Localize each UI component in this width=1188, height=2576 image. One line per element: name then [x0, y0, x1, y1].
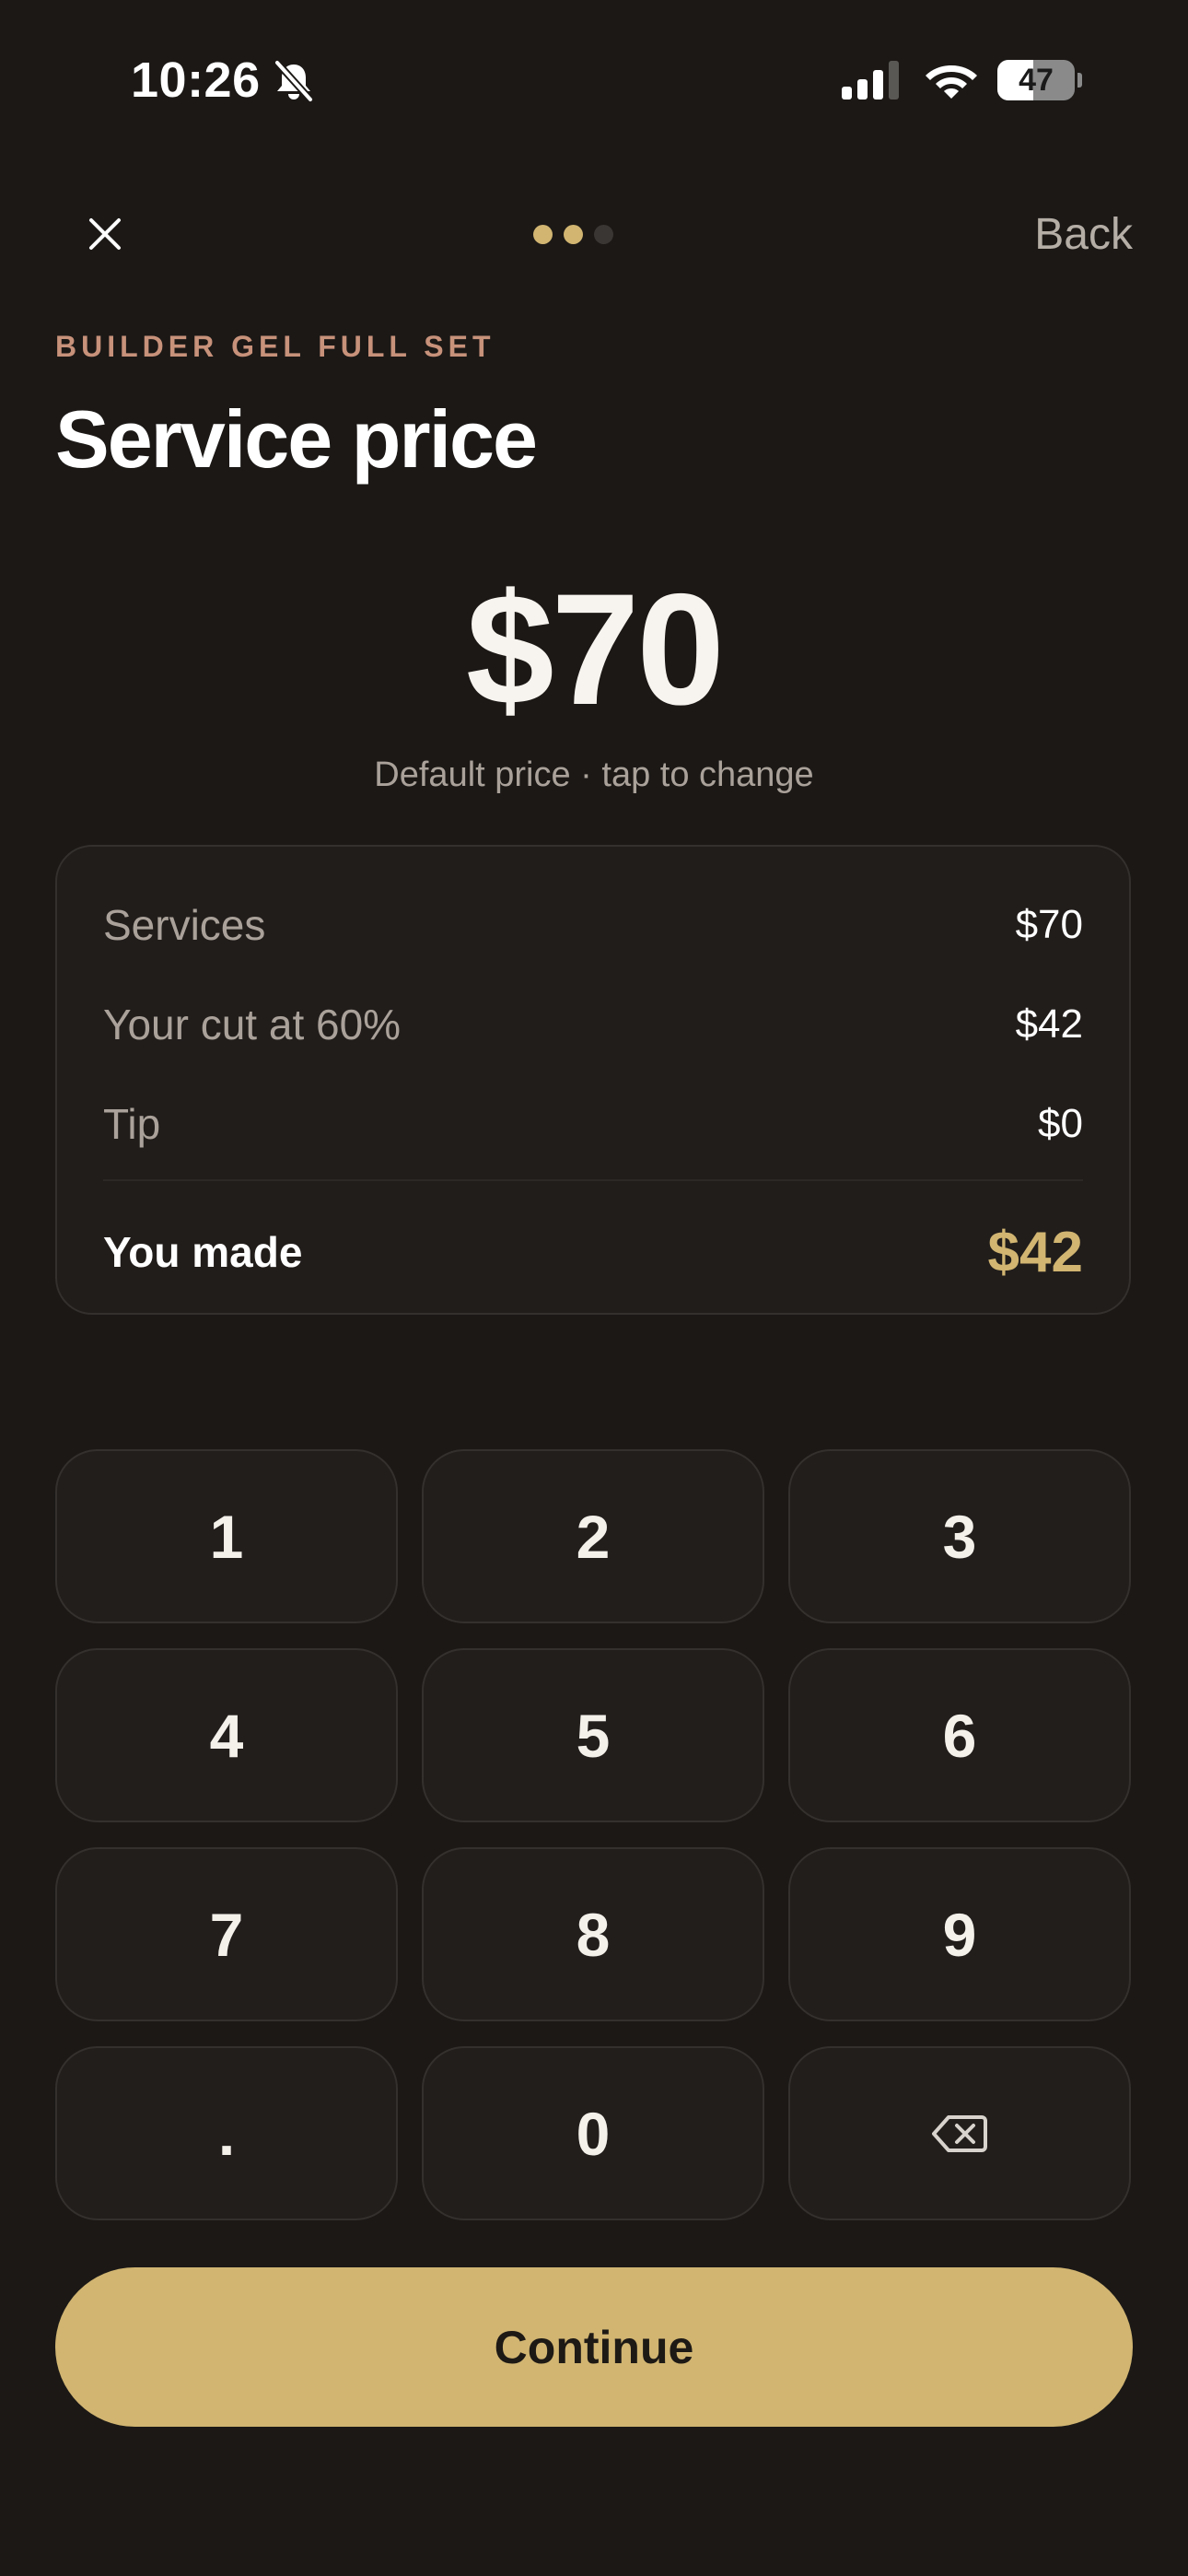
- summary-value: $70: [1015, 902, 1083, 947]
- key-1[interactable]: 1: [55, 1449, 398, 1623]
- key-4[interactable]: 4: [55, 1648, 398, 1822]
- battery-icon: 47: [997, 60, 1075, 100]
- step-dot: [533, 225, 553, 244]
- earnings-summary-card: Services $70 Your cut at 60% $42 Tip $0 …: [55, 845, 1131, 1315]
- battery-indicator: 47: [997, 60, 1082, 100]
- price-hint: Default price · tap to change: [374, 755, 814, 794]
- summary-row-cut: Your cut at 60% $42: [103, 992, 1083, 1057]
- close-icon: [89, 218, 121, 250]
- summary-value: $42: [1015, 1001, 1083, 1047]
- summary-label: Tip: [103, 1100, 161, 1148]
- key-6[interactable]: 6: [788, 1648, 1131, 1822]
- key-2[interactable]: 2: [422, 1449, 764, 1623]
- total-label: You made: [103, 1228, 303, 1276]
- backspace-icon: [932, 2114, 987, 2152]
- summary-label: Services: [103, 901, 266, 949]
- summary-divider: [103, 1179, 1083, 1181]
- key-9[interactable]: 9: [788, 1847, 1131, 2021]
- summary-row-services: Services $70: [103, 893, 1083, 957]
- backspace-key[interactable]: [788, 2046, 1131, 2220]
- status-bar: 10:26 47: [0, 0, 1188, 157]
- key-5[interactable]: 5: [422, 1648, 764, 1822]
- status-time: 10:26: [131, 53, 261, 108]
- service-name-label: BUILDER GEL FULL SET: [55, 330, 495, 363]
- continue-button[interactable]: Continue: [55, 2267, 1133, 2427]
- bell-slash-icon: [274, 60, 313, 102]
- step-dot: [594, 225, 613, 244]
- key-7[interactable]: 7: [55, 1847, 398, 2021]
- key-decimal[interactable]: .: [55, 2046, 398, 2220]
- summary-value: $0: [1038, 1101, 1083, 1146]
- key-8[interactable]: 8: [422, 1847, 764, 2021]
- cellular-signal-icon: [842, 61, 899, 100]
- page-title: Service price: [55, 393, 538, 485]
- key-0[interactable]: 0: [422, 2046, 764, 2220]
- step-progress-dots: [533, 225, 613, 247]
- total-value: $42: [987, 1220, 1083, 1284]
- summary-label: Your cut at 60%: [103, 1001, 402, 1048]
- wifi-icon: [926, 65, 977, 99]
- step-dot: [564, 225, 583, 244]
- price-amount[interactable]: $70: [0, 562, 1188, 737]
- key-3[interactable]: 3: [788, 1449, 1131, 1623]
- back-button[interactable]: Back: [1034, 205, 1133, 265]
- close-button[interactable]: [74, 203, 136, 265]
- summary-row-tip: Tip $0: [103, 1092, 1083, 1156]
- summary-row-total: You made $42: [103, 1215, 1083, 1289]
- battery-percent: 47: [1019, 63, 1054, 98]
